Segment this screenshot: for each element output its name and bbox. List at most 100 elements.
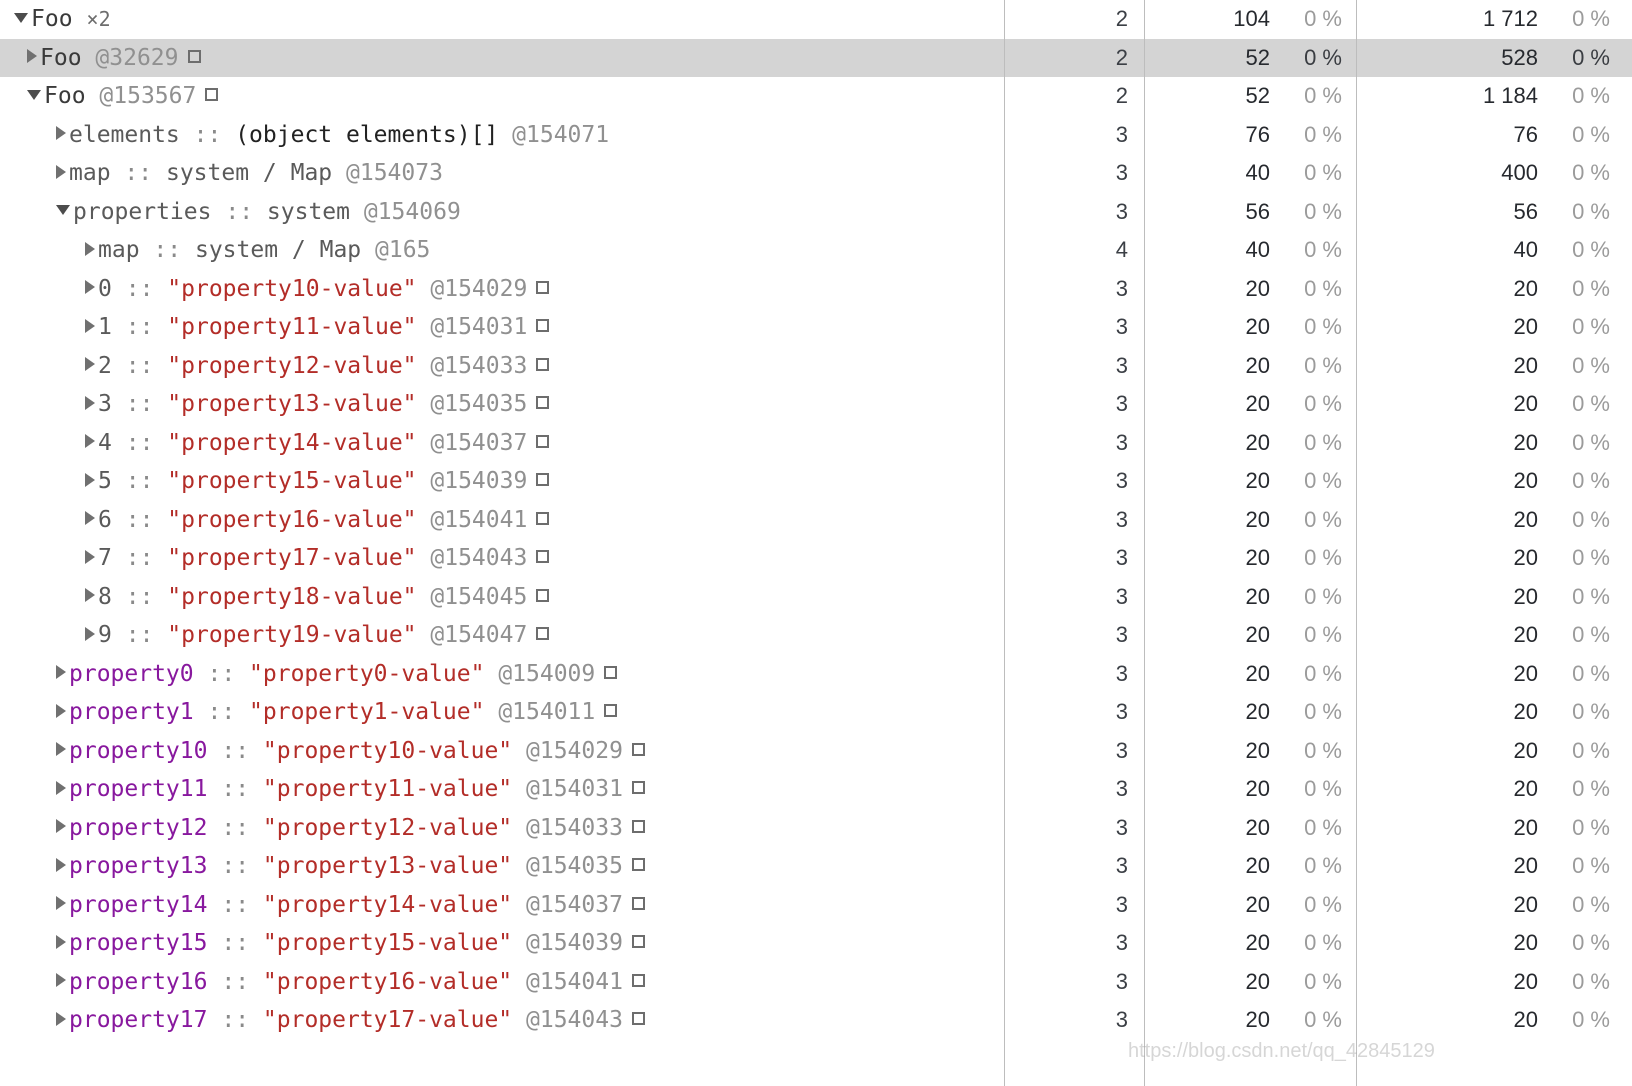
chevron-right-icon[interactable] bbox=[85, 241, 95, 256]
chevron-right-icon[interactable] bbox=[56, 126, 66, 140]
reveal-in-summary-icon[interactable] bbox=[536, 396, 550, 409]
object-cell[interactable]: Foo ×2 bbox=[0, 0, 1004, 39]
object-cell[interactable]: 2 :: "property12-value" @154033 bbox=[0, 347, 1004, 386]
table-row[interactable]: 7 :: "property17-value" @154043 3 20 0 % 20 0… bbox=[0, 539, 1632, 578]
table-row[interactable]: map :: system / Map @165 4 40 0 % 40 0 % bbox=[0, 231, 1632, 270]
object-cell[interactable]: property14 :: "property14-value" @154037 bbox=[0, 886, 1004, 925]
chevron-right-icon[interactable] bbox=[56, 819, 66, 833]
reveal-in-summary-icon[interactable] bbox=[536, 511, 550, 525]
table-row[interactable]: 6 :: "property16-value" @154041 3 20 0 % 20 0… bbox=[0, 501, 1632, 540]
object-cell[interactable]: 3 :: "property13-value" @154035 bbox=[0, 385, 1004, 424]
reveal-in-summary-icon[interactable] bbox=[631, 858, 645, 871]
object-cell[interactable]: 9 :: "property19-value" @154047 bbox=[0, 616, 1004, 655]
reveal-in-summary-icon[interactable] bbox=[536, 434, 550, 448]
chevron-right-icon[interactable] bbox=[85, 472, 95, 487]
reveal-in-summary-icon[interactable] bbox=[631, 935, 645, 948]
table-row[interactable]: Foo @153567 2 52 0 % 1 184 0 % bbox=[0, 77, 1632, 116]
reveal-in-summary-icon[interactable] bbox=[631, 781, 645, 794]
heap-snapshot-grid[interactable]: Foo ×2 2 104 0 % 1 712 0 % Foo @32629 2 52 0 % 528 0… bbox=[0, 0, 1632, 1086]
chevron-down-icon[interactable] bbox=[56, 205, 70, 215]
chevron-right-icon[interactable] bbox=[85, 395, 95, 410]
table-row[interactable]: Foo ×2 2 104 0 % 1 712 0 % bbox=[0, 0, 1632, 39]
table-row[interactable]: 5 :: "property15-value" @154039 3 20 0 % 20 0… bbox=[0, 462, 1632, 501]
chevron-down-icon[interactable] bbox=[14, 12, 28, 23]
chevron-right-icon[interactable] bbox=[56, 703, 66, 718]
object-cell[interactable]: 0 :: "property10-value" @154029 bbox=[0, 270, 1004, 309]
table-row[interactable]: 9 :: "property19-value" @154047 3 20 0 % 20 0… bbox=[0, 616, 1632, 655]
chevron-down-icon[interactable] bbox=[27, 89, 41, 100]
reveal-in-summary-icon[interactable] bbox=[536, 473, 550, 486]
object-cell[interactable]: Foo @32629 bbox=[0, 39, 1004, 78]
reveal-in-summary-icon[interactable] bbox=[536, 627, 550, 640]
chevron-right-icon[interactable] bbox=[56, 665, 66, 679]
chevron-right-icon[interactable] bbox=[56, 896, 66, 910]
chevron-right-icon[interactable] bbox=[56, 934, 66, 949]
table-row[interactable]: property12 :: "property12-value" @154033… bbox=[0, 809, 1632, 848]
object-cell[interactable]: map :: system / Map @154073 bbox=[0, 154, 1004, 193]
reveal-in-summary-icon[interactable] bbox=[187, 49, 201, 63]
table-row[interactable]: 1 :: "property11-value" @154031 3 20 0 % 20 0… bbox=[0, 308, 1632, 347]
object-cell[interactable]: 8 :: "property18-value" @154045 bbox=[0, 578, 1004, 617]
reveal-in-summary-icon[interactable] bbox=[631, 819, 645, 833]
chevron-right-icon[interactable] bbox=[85, 357, 95, 371]
reveal-in-summary-icon[interactable] bbox=[536, 550, 550, 563]
reveal-in-summary-icon[interactable] bbox=[604, 704, 618, 717]
object-cell[interactable]: 5 :: "property15-value" @154039 bbox=[0, 462, 1004, 501]
chevron-right-icon[interactable] bbox=[56, 1011, 66, 1026]
chevron-right-icon[interactable] bbox=[85, 280, 95, 294]
reveal-in-summary-icon[interactable] bbox=[631, 1012, 645, 1025]
object-cell[interactable]: properties :: system @154069 bbox=[0, 193, 1004, 232]
table-row[interactable]: property0 :: "property0-value" @154009 3 2… bbox=[0, 655, 1632, 694]
chevron-right-icon[interactable] bbox=[85, 626, 95, 641]
table-row[interactable]: 3 :: "property13-value" @154035 3 20 0 % 20 0… bbox=[0, 385, 1632, 424]
reveal-in-summary-icon[interactable] bbox=[604, 665, 618, 679]
chevron-right-icon[interactable] bbox=[56, 780, 66, 795]
object-cell[interactable]: 4 :: "property14-value" @154037 bbox=[0, 424, 1004, 463]
chevron-right-icon[interactable] bbox=[85, 511, 95, 525]
object-cell[interactable]: property1 :: "property1-value" @154011 bbox=[0, 693, 1004, 732]
chevron-right-icon[interactable] bbox=[56, 973, 66, 987]
reveal-in-summary-icon[interactable] bbox=[536, 357, 550, 371]
table-row[interactable]: map :: system / Map @154073 3 40 0 % 400 0 % bbox=[0, 154, 1632, 193]
object-cell[interactable]: map :: system / Map @165 bbox=[0, 231, 1004, 270]
object-cell[interactable]: property10 :: "property10-value" @154029 bbox=[0, 732, 1004, 771]
table-row[interactable]: property10 :: "property10-value" @154029… bbox=[0, 732, 1632, 771]
table-row[interactable]: property13 :: "property13-value" @154035… bbox=[0, 847, 1632, 886]
reveal-in-summary-icon[interactable] bbox=[631, 896, 645, 910]
object-cell[interactable]: 6 :: "property16-value" @154041 bbox=[0, 501, 1004, 540]
object-cell[interactable]: 7 :: "property17-value" @154043 bbox=[0, 539, 1004, 578]
object-cell[interactable]: 1 :: "property11-value" @154031 bbox=[0, 308, 1004, 347]
table-row[interactable]: property15 :: "property15-value" @154039… bbox=[0, 924, 1632, 963]
object-cell[interactable]: property15 :: "property15-value" @154039 bbox=[0, 924, 1004, 963]
chevron-right-icon[interactable] bbox=[85, 549, 95, 564]
object-cell[interactable]: property13 :: "property13-value" @154035 bbox=[0, 847, 1004, 886]
table-row[interactable]: properties :: system @154069 3 56 0 % 56 0 % bbox=[0, 193, 1632, 232]
chevron-right-icon[interactable] bbox=[56, 742, 66, 756]
object-cell[interactable]: property11 :: "property11-value" @154031 bbox=[0, 770, 1004, 809]
table-row[interactable]: Foo @32629 2 52 0 % 528 0 % bbox=[0, 38, 1632, 78]
table-row[interactable]: property1 :: "property1-value" @154011 3 2… bbox=[0, 693, 1632, 732]
object-cell[interactable]: property0 :: "property0-value" @154009 bbox=[0, 655, 1004, 694]
chevron-right-icon[interactable] bbox=[27, 49, 37, 63]
object-cell[interactable]: property12 :: "property12-value" @154033 bbox=[0, 809, 1004, 848]
reveal-in-summary-icon[interactable] bbox=[205, 88, 219, 101]
object-cell[interactable]: Foo @153567 bbox=[0, 77, 1004, 116]
reveal-in-summary-icon[interactable] bbox=[631, 742, 645, 756]
chevron-right-icon[interactable] bbox=[85, 588, 95, 602]
reveal-in-summary-icon[interactable] bbox=[536, 319, 550, 332]
reveal-in-summary-icon[interactable] bbox=[536, 588, 550, 602]
chevron-right-icon[interactable] bbox=[56, 857, 66, 872]
object-cell[interactable]: property17 :: "property17-value" @154043 bbox=[0, 1001, 1004, 1040]
chevron-right-icon[interactable] bbox=[85, 318, 95, 333]
table-row[interactable]: elements :: (object elements)[] @154071 3… bbox=[0, 116, 1632, 155]
table-row[interactable]: 2 :: "property12-value" @154033 3 20 0 % 20 0… bbox=[0, 347, 1632, 386]
table-row[interactable]: property17 :: "property17-value" @154043… bbox=[0, 1001, 1632, 1040]
chevron-right-icon[interactable] bbox=[85, 434, 95, 448]
object-cell[interactable]: elements :: (object elements)[] @154071 bbox=[0, 116, 1004, 155]
chevron-right-icon[interactable] bbox=[56, 164, 66, 179]
reveal-in-summary-icon[interactable] bbox=[631, 973, 645, 987]
reveal-in-summary-icon[interactable] bbox=[536, 280, 550, 294]
table-row[interactable]: 0 :: "property10-value" @154029 3 20 0 % 20 0… bbox=[0, 270, 1632, 309]
table-row[interactable]: 8 :: "property18-value" @154045 3 20 0 % 20 0… bbox=[0, 578, 1632, 617]
table-row[interactable]: 4 :: "property14-value" @154037 3 20 0 % 20 0… bbox=[0, 424, 1632, 463]
